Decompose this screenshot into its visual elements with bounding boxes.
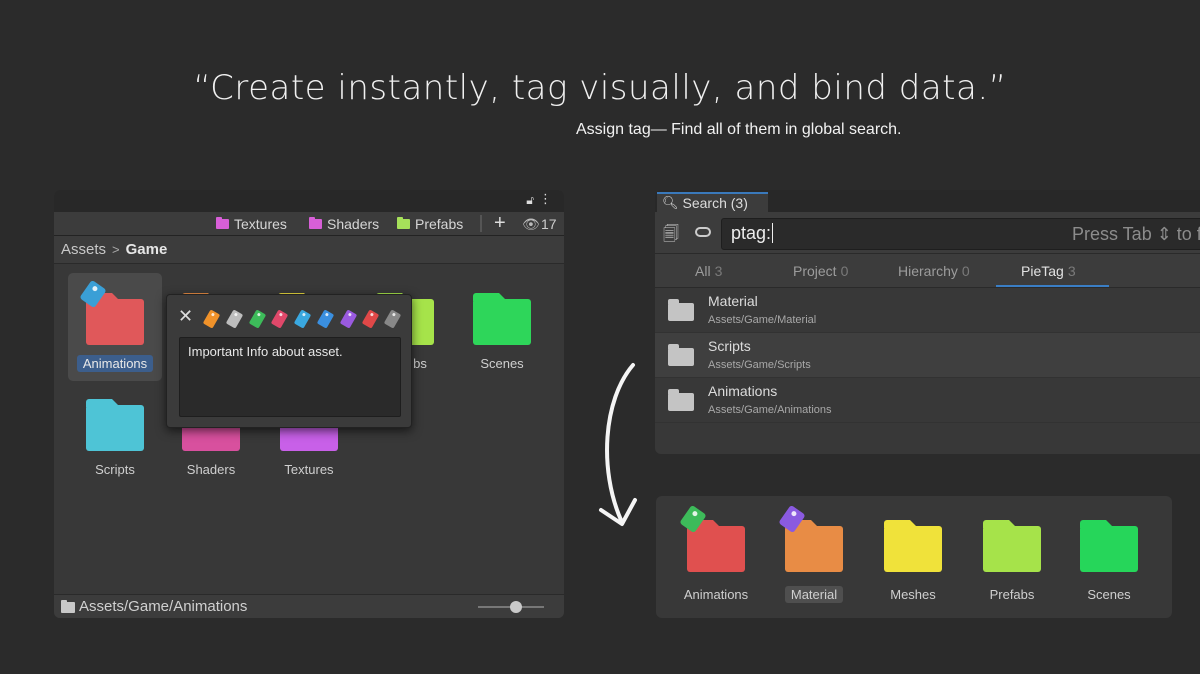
asset-label: Shaders — [186, 462, 236, 477]
tagged-assets-panel: Animations Material Meshes Prefabs Scene… — [656, 496, 1172, 618]
folder-icon — [687, 520, 745, 572]
result-title: Animations — [708, 383, 778, 399]
folder-icon — [1080, 520, 1138, 572]
add-button[interactable]: + — [494, 212, 506, 235]
favorite-label: Textures — [234, 216, 287, 232]
window-titlebar: 🔓︎ ⋮ — [54, 190, 564, 212]
subline: Assign tag— Find all of them in global s… — [576, 121, 902, 138]
favorite-textures[interactable]: Textures — [216, 216, 287, 232]
breadcrumb-game[interactable]: Game — [126, 241, 168, 258]
asset-label: Meshes — [890, 587, 936, 602]
tab-search[interactable]: 🔍︎ Search (3) — [657, 192, 768, 212]
search-result[interactable]: Animations Assets/Game/Animations — [655, 378, 1200, 423]
result-path: Assets/Game/Scripts — [708, 359, 811, 371]
more-options-icon[interactable]: ⋮ — [539, 192, 552, 207]
asset-scenes[interactable]: Scenes — [455, 273, 549, 372]
asset-label: Scripts — [95, 462, 135, 477]
asset-label: Prefabs — [989, 587, 1035, 602]
lock-icon[interactable]: 🔓︎ — [526, 193, 534, 208]
favorite-label: Prefabs — [415, 216, 464, 232]
favorite-shaders[interactable]: Shaders — [309, 216, 379, 232]
asset-scripts[interactable]: Scripts — [68, 387, 162, 478]
curved-arrow-icon — [599, 363, 637, 526]
tag-swatch-orange[interactable] — [202, 309, 221, 329]
asset-animations[interactable]: Animations — [68, 273, 162, 381]
toolbar-divider — [480, 215, 482, 232]
folder-icon — [86, 399, 144, 451]
folder-icon — [983, 520, 1041, 572]
breadcrumb: Assets > Game — [54, 236, 564, 264]
tag-swatch-gray[interactable] — [383, 309, 402, 329]
folder-icon — [309, 217, 322, 229]
tag-swatch-cyan[interactable] — [293, 309, 312, 329]
asset-label: Animations — [683, 587, 749, 602]
search-hint: Press Tab ⇕ to f — [1072, 224, 1200, 244]
folder-icon — [785, 520, 843, 572]
tab-label: Search (3) — [682, 195, 748, 211]
search-bar: 🗐 ptag: Press Tab ⇕ to f — [655, 212, 1200, 254]
saved-search-icon[interactable]: 🗐 — [663, 223, 679, 250]
headline: “Create instantly, tag visually, and bin… — [193, 68, 1007, 108]
folder-icon — [668, 389, 694, 411]
asset-material[interactable]: Material — [766, 504, 862, 603]
close-button[interactable]: ✕ — [178, 306, 193, 327]
search-result[interactable]: Material Assets/Game/Material — [655, 288, 1200, 333]
zoom-slider-handle[interactable] — [510, 601, 522, 613]
tag-popup: ✕ Important Info about asset. — [166, 294, 412, 428]
eye-icon[interactable]: 👁︎ — [522, 216, 540, 233]
folder-icon — [668, 299, 694, 321]
asset-label: Animations — [76, 355, 154, 372]
tag-swatch-purple[interactable] — [339, 309, 358, 329]
favorites-toolbar: Textures Shaders Prefabs + 👁︎ 17 — [54, 212, 564, 236]
search-filters: All 3 Project 0 Hierarchy 0 PieTag 3 — [655, 254, 1200, 288]
active-filter-indicator — [996, 285, 1109, 287]
visible-count: 17 — [541, 216, 557, 232]
search-window: 🔍︎ Search (3) 🗐 ptag: Press Tab ⇕ to f A… — [655, 190, 1200, 454]
result-title: Scripts — [708, 338, 751, 354]
filter-project[interactable]: Project 0 — [793, 263, 848, 279]
filter-pietag[interactable]: PieTag 3 — [1021, 263, 1076, 279]
search-result[interactable]: Scripts Assets/Game/Scripts — [655, 333, 1200, 378]
asset-scenes[interactable]: Scenes — [1061, 520, 1157, 603]
search-input[interactable]: ptag: Press Tab ⇕ to f — [721, 218, 1200, 250]
asset-meshes[interactable]: Meshes — [865, 520, 961, 603]
folder-icon — [473, 293, 531, 345]
asset-label: Material — [784, 586, 844, 603]
tag-swatch-blue[interactable] — [316, 309, 335, 329]
search-query: ptag: — [731, 223, 772, 243]
asset-animations[interactable]: Animations — [668, 504, 764, 603]
folder-icon — [668, 344, 694, 366]
search-icon: 🔍︎ — [662, 195, 679, 210]
asset-label: Textures — [284, 462, 334, 477]
tag-swatch-green[interactable] — [248, 309, 267, 329]
current-path: Assets/Game/Animations — [79, 598, 248, 615]
favorite-prefabs[interactable]: Prefabs — [397, 216, 463, 232]
folder-icon — [216, 217, 229, 229]
search-tabbar: 🔍︎ Search (3) — [655, 190, 1200, 212]
breadcrumb-assets[interactable]: Assets — [61, 241, 106, 258]
asset-note-field[interactable]: Important Info about asset. — [179, 337, 401, 417]
folder-icon — [884, 520, 942, 572]
asset-prefabs[interactable]: Prefabs — [964, 520, 1060, 603]
asset-label: Scenes — [480, 356, 524, 371]
asset-label: Scenes — [1087, 587, 1131, 602]
filter-hierarchy[interactable]: Hierarchy 0 — [898, 263, 970, 279]
folder-icon — [397, 217, 410, 229]
filter-all[interactable]: All 3 — [695, 263, 722, 279]
path-bar: Assets/Game/Animations — [54, 594, 564, 618]
chevron-right-icon: > — [112, 242, 120, 257]
toggle-icon[interactable] — [695, 227, 711, 237]
tag-swatch-pink[interactable] — [270, 309, 289, 329]
result-path: Assets/Game/Animations — [708, 404, 832, 416]
favorite-label: Shaders — [327, 216, 380, 232]
tag-swatch-gray-light[interactable] — [225, 309, 244, 329]
result-title: Material — [708, 293, 758, 309]
result-path: Assets/Game/Material — [708, 314, 817, 326]
tag-swatch-red[interactable] — [361, 309, 380, 329]
folder-icon — [61, 600, 75, 613]
